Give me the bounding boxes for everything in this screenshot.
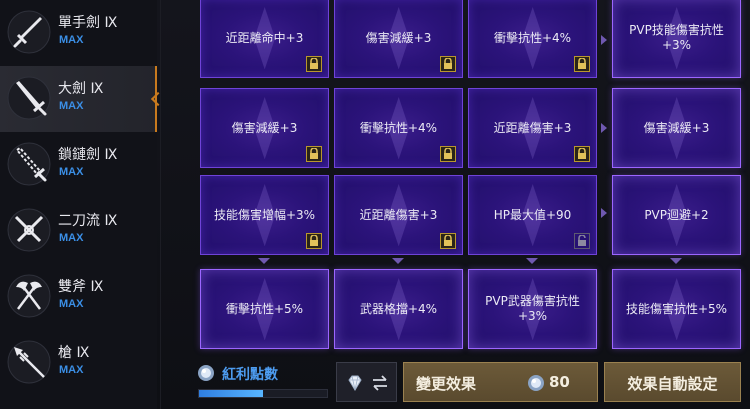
effect-card[interactable]: PVP技能傷害抗性 +3% — [612, 0, 741, 78]
weapon-sidebar: 單手劍 Ⅸ MAX 大劍 Ⅸ MAX 鎖鏈劍 Ⅸ MAX 二刀流 Ⅸ MAX 雙… — [0, 0, 166, 409]
lock-icon[interactable] — [440, 233, 456, 249]
weapon-item-double-axe[interactable]: 雙斧 Ⅸ MAX — [0, 264, 157, 330]
weapon-level: MAX — [59, 34, 84, 46]
bonus-points-label: 紅利點數 — [222, 367, 278, 383]
effect-card[interactable]: 傷害減緩+3 — [612, 88, 741, 168]
chain-sword-icon — [7, 142, 51, 186]
weapon-item-chain-sword[interactable]: 鎖鏈劍 Ⅸ MAX — [0, 132, 157, 198]
effect-card[interactable]: 衝擊抗性+5% — [200, 269, 329, 349]
connector-arrow-down — [392, 258, 404, 264]
unlock-icon[interactable] — [574, 233, 590, 249]
connector-arrow-down — [670, 258, 682, 264]
weapon-name: 槍 Ⅸ — [58, 345, 90, 361]
weapon-level: MAX — [59, 298, 84, 310]
weapon-item-spear[interactable]: 槍 Ⅸ MAX — [0, 330, 157, 396]
change-effect-label: 變更效果 — [416, 375, 477, 393]
effect-grid: 近距離命中+3 傷害減緩+3 衝擊抗性+4% PVP技能傷害抗性 +3% 傷害減緩+3 衝… — [198, 0, 750, 350]
connector-arrow-down — [526, 258, 538, 264]
effect-text: PVP技能傷害抗性 +3% — [629, 23, 724, 52]
effect-text: 技能傷害抗性+5% — [625, 301, 728, 316]
effect-text: PVP武器傷害抗性 +3% — [485, 294, 580, 323]
effect-card[interactable]: 近距離傷害+3 — [468, 88, 597, 168]
lock-icon[interactable] — [306, 56, 322, 72]
weapon-item-one-handed-sword[interactable]: 單手劍 Ⅸ MAX — [0, 0, 157, 66]
auto-set-effect-button[interactable]: 效果自動設定 — [604, 362, 741, 402]
effect-text: 傷害減緩+3 — [643, 120, 710, 135]
diamond-icon — [348, 375, 362, 391]
chevron-right-icon — [150, 91, 166, 107]
lock-icon[interactable] — [440, 146, 456, 162]
effect-card[interactable]: 傷害減緩+3 — [200, 88, 329, 168]
effect-card[interactable]: PVP武器傷害抗性 +3% — [468, 269, 597, 349]
weapon-level: MAX — [59, 364, 84, 376]
effect-card[interactable]: 衝擊抗性+4% — [334, 88, 463, 168]
effect-card[interactable]: PVP迴避+2 — [612, 175, 741, 255]
swap-arrows-icon — [373, 375, 387, 391]
crystal-icon — [528, 375, 544, 391]
bonus-progress-fill — [199, 390, 263, 397]
crystal-icon — [198, 365, 214, 381]
divider — [160, 0, 161, 409]
effect-text: PVP迴避+2 — [644, 207, 709, 222]
effect-card[interactable]: 近距離傷害+3 — [334, 175, 463, 255]
change-effect-cost: 80 — [549, 373, 570, 391]
connector-arrow-right — [601, 123, 607, 133]
swap-button[interactable] — [336, 362, 397, 402]
weapon-item-dual-blades[interactable]: 二刀流 Ⅸ MAX — [0, 198, 157, 264]
bonus-progress-bar — [198, 389, 328, 398]
effect-card[interactable]: 近距離命中+3 — [200, 0, 329, 78]
effect-card[interactable]: 武器格擋+4% — [334, 269, 463, 349]
effect-text: 衝擊抗性+5% — [225, 301, 304, 316]
one-handed-sword-icon — [7, 10, 51, 54]
weapon-name: 雙斧 Ⅸ — [58, 279, 104, 295]
spear-icon — [7, 340, 51, 384]
auto-set-effect-label: 效果自動設定 — [627, 375, 718, 393]
effect-card[interactable]: 衝擊抗性+4% — [468, 0, 597, 78]
weapon-level: MAX — [59, 100, 84, 112]
effect-card[interactable]: 傷害減緩+3 — [334, 0, 463, 78]
greatsword-icon — [7, 76, 51, 120]
lock-icon[interactable] — [306, 146, 322, 162]
effect-card[interactable]: HP最大值+90 — [468, 175, 597, 255]
dual-blades-icon — [7, 208, 51, 252]
lock-icon[interactable] — [574, 56, 590, 72]
weapon-name: 大劍 Ⅸ — [58, 81, 104, 97]
effect-card[interactable]: 技能傷害抗性+5% — [612, 269, 741, 349]
connector-arrow-right — [601, 35, 607, 45]
connector-arrow-down — [258, 258, 270, 264]
weapon-level: MAX — [59, 166, 84, 178]
effect-text: 武器格擋+4% — [359, 301, 438, 316]
weapon-name: 鎖鏈劍 Ⅸ — [58, 147, 118, 163]
lock-icon[interactable] — [440, 56, 456, 72]
lock-icon[interactable] — [306, 233, 322, 249]
weapon-name: 二刀流 Ⅸ — [58, 213, 118, 229]
change-effect-button[interactable]: 變更效果 80 — [403, 362, 598, 402]
lock-icon[interactable] — [574, 146, 590, 162]
connector-arrow-right — [601, 208, 607, 218]
weapon-item-greatsword[interactable]: 大劍 Ⅸ MAX — [0, 66, 166, 132]
weapon-name: 單手劍 Ⅸ — [58, 15, 118, 31]
weapon-effects-screen: 單手劍 Ⅸ MAX 大劍 Ⅸ MAX 鎖鏈劍 Ⅸ MAX 二刀流 Ⅸ MAX 雙… — [0, 0, 750, 409]
double-axe-icon — [7, 274, 51, 318]
effect-card[interactable]: 技能傷害增幅+3% — [200, 175, 329, 255]
weapon-level: MAX — [59, 232, 84, 244]
